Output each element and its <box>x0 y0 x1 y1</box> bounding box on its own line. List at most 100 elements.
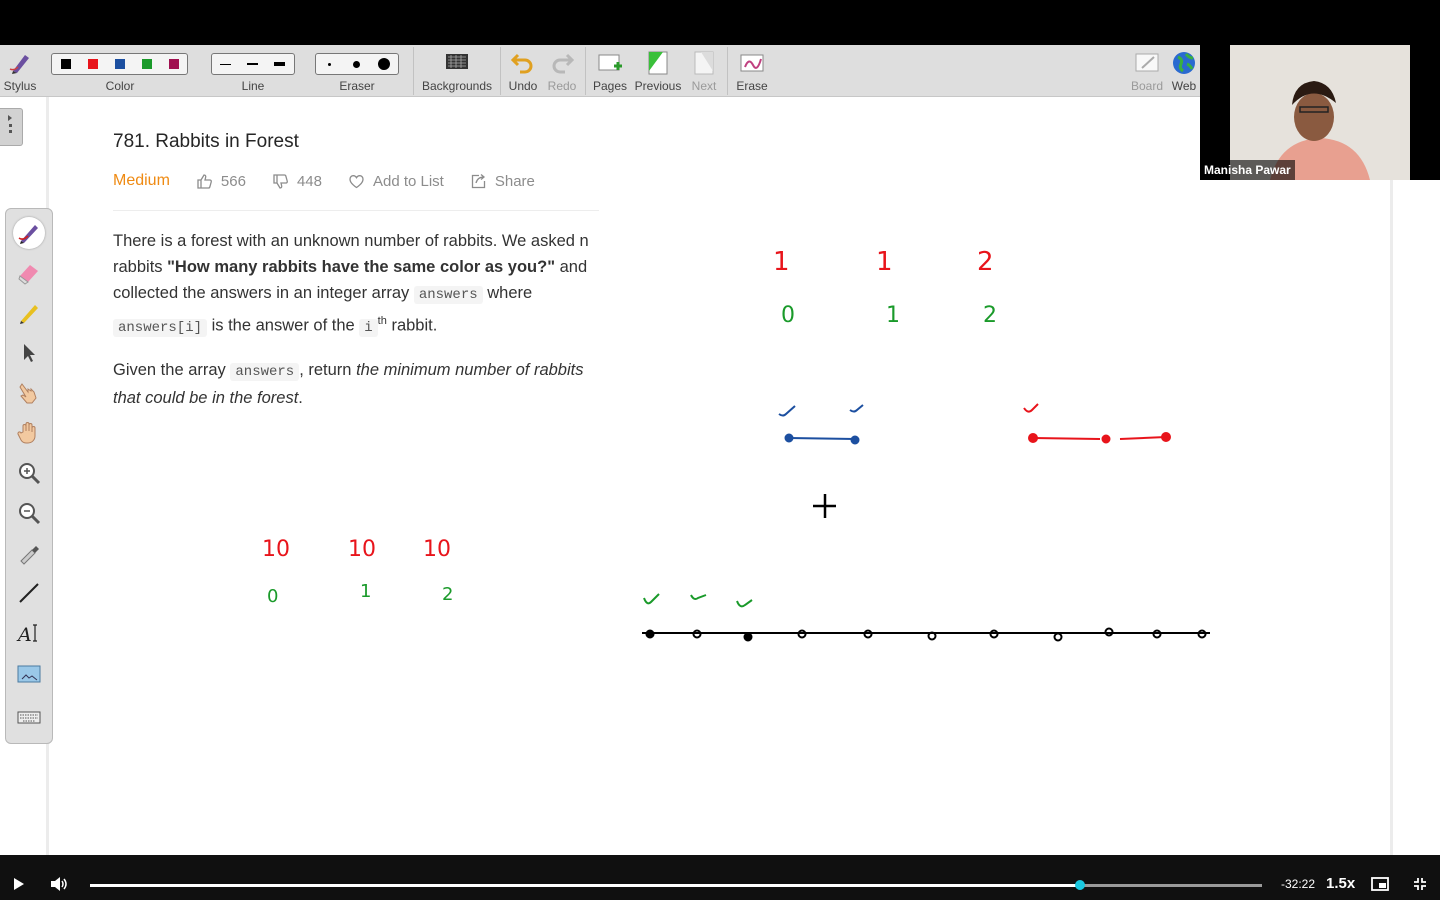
eraser-small[interactable] <box>316 54 343 74</box>
check-mark <box>643 593 660 605</box>
eraser-size-picker[interactable]: Eraser <box>312 45 402 97</box>
bottom-indices-row: 0 1 2 <box>267 581 453 607</box>
redo-button[interactable]: Redo <box>543 45 581 97</box>
screen-capture-button[interactable] <box>13 659 45 691</box>
seek-bar[interactable] <box>90 880 1262 890</box>
top-value-0: 1 <box>773 247 790 277</box>
globe-icon <box>1173 52 1195 74</box>
pages-button[interactable]: Pages <box>589 45 631 97</box>
playback-speed-button[interactable]: 1.5x <box>1326 875 1355 892</box>
presenter-name: Manisha Pawar <box>1200 160 1295 180</box>
erase-all-button[interactable]: Erase <box>732 45 772 97</box>
tool-palette: A <box>5 208 53 744</box>
bottom-index-0: 0 <box>267 586 278 607</box>
time-remaining: -32:22 <box>1281 877 1316 891</box>
eraser-large[interactable] <box>370 54 397 74</box>
pen-icon <box>18 225 38 244</box>
select-tool-button[interactable] <box>13 337 45 369</box>
bottom-value-1: 10 <box>348 537 376 562</box>
line-thick[interactable] <box>266 54 293 74</box>
previous-page-icon <box>648 51 668 75</box>
bottom-index-2: 2 <box>442 584 453 605</box>
zoom-in-icon <box>19 463 41 485</box>
next-page-button[interactable]: Next <box>686 45 722 97</box>
check-mark <box>778 405 796 417</box>
top-index-1: 1 <box>886 303 900 328</box>
point <box>1053 632 1063 642</box>
keyboard-icon <box>17 711 41 724</box>
text-tool-button[interactable]: A <box>13 617 45 649</box>
top-indices-row: 0 1 2 <box>781 303 997 328</box>
line-label: Line <box>241 79 265 93</box>
stylus-button[interactable]: Stylus <box>0 45 40 97</box>
undo-label: Undo <box>508 79 538 93</box>
crosshair-cursor <box>813 494 836 518</box>
line-thin[interactable] <box>212 54 239 74</box>
redo-label: Redo <box>547 79 577 93</box>
previous-page-button[interactable]: Previous <box>632 45 684 97</box>
web-button[interactable]: Web <box>1168 45 1200 97</box>
color-swatch-maroon[interactable] <box>160 54 187 74</box>
seek-handle[interactable] <box>1075 880 1086 890</box>
line-medium[interactable] <box>239 54 266 74</box>
undo-icon <box>510 53 533 74</box>
board-icon <box>1135 53 1159 72</box>
eraser-swatches <box>315 53 399 75</box>
text-icon: A <box>16 624 37 646</box>
play-icon <box>14 878 24 890</box>
exit-fullscreen-icon <box>1414 878 1426 890</box>
pages-icon <box>598 54 622 71</box>
zoom-out-button[interactable] <box>13 497 45 529</box>
eraser-icon <box>18 265 38 285</box>
line-tool-button[interactable] <box>13 577 45 609</box>
volume-button[interactable] <box>50 876 68 892</box>
bottom-value-0: 10 <box>262 537 290 562</box>
next-page-icon <box>694 51 714 75</box>
backgrounds-button[interactable]: Backgrounds <box>418 45 496 97</box>
color-label: Color <box>105 79 135 93</box>
color-swatch-green[interactable] <box>133 54 160 74</box>
black-number-line <box>642 627 1210 642</box>
bottom-value-2: 10 <box>423 537 451 562</box>
toolbar-separator <box>727 47 728 95</box>
color-swatch-blue[interactable] <box>106 54 133 74</box>
bottom-values-row: 10 10 10 <box>262 537 451 562</box>
connector-line <box>788 437 856 440</box>
pen-tool-button[interactable] <box>13 217 45 249</box>
node <box>784 433 794 443</box>
highlighter-tool-button[interactable] <box>13 297 45 329</box>
eraser-medium[interactable] <box>343 54 370 74</box>
board-button[interactable]: Board <box>1126 45 1168 97</box>
green-checks <box>643 593 753 608</box>
cursor-arrow-icon <box>24 344 35 362</box>
video-player-controls: -32:22 1.5x <box>0 855 1440 900</box>
picture-in-picture-button[interactable] <box>1371 877 1389 891</box>
keyboard-button[interactable] <box>13 701 45 733</box>
color-picker[interactable]: Color <box>46 45 194 97</box>
exit-fullscreen-button[interactable] <box>1413 877 1427 891</box>
node <box>1161 432 1171 442</box>
pan-tool-button[interactable] <box>13 417 45 449</box>
top-value-1: 1 <box>876 247 893 277</box>
color-swatch-black[interactable] <box>52 54 79 74</box>
redo-icon <box>552 53 575 74</box>
zoom-in-button[interactable] <box>13 457 45 489</box>
expand-arrow-icon <box>8 115 12 133</box>
check-mark <box>849 404 864 413</box>
connector-line <box>1032 437 1101 440</box>
toolbar-separator <box>413 47 414 95</box>
seek-progress <box>90 884 1081 887</box>
line-width-picker[interactable]: Line <box>208 45 298 97</box>
eraser-tool-button[interactable] <box>13 257 45 289</box>
connector-line <box>1119 436 1167 440</box>
sidebar-toggle-tab[interactable] <box>0 108 23 146</box>
play-button[interactable] <box>12 877 26 891</box>
eyedropper-tool-button[interactable] <box>13 537 45 569</box>
check-mark <box>1023 403 1039 413</box>
erase-icon <box>740 54 764 72</box>
svg-text:A: A <box>16 624 32 646</box>
undo-button[interactable]: Undo <box>503 45 543 97</box>
pointer-tool-button[interactable] <box>13 377 45 409</box>
color-swatch-red[interactable] <box>79 54 106 74</box>
webcam-overlay: Manisha Pawar <box>1200 45 1440 180</box>
